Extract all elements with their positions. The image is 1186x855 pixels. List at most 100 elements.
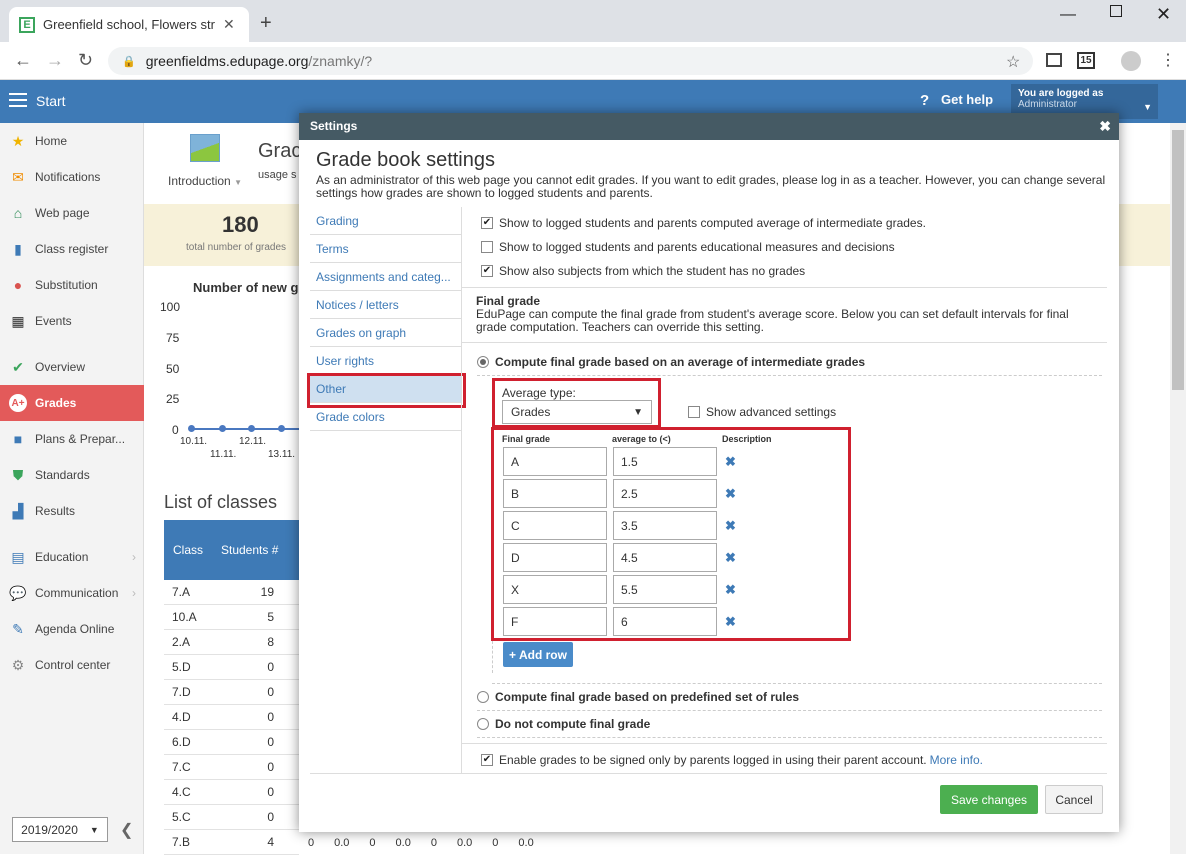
reload-icon[interactable]: ↻: [78, 50, 93, 71]
close-window-icon[interactable]: ✕: [1156, 4, 1171, 25]
help-question-icon[interactable]: ?: [920, 92, 929, 109]
final-grade-input[interactable]: C: [503, 511, 607, 540]
radio-rules[interactable]: Compute final grade based on predefined …: [477, 690, 799, 704]
radio-none[interactable]: Do not compute final grade: [477, 717, 650, 731]
table-row[interactable]: 7.D 0: [164, 680, 299, 705]
new-tab-icon[interactable]: +: [260, 12, 272, 35]
checkbox-checked-icon[interactable]: ✔: [481, 754, 493, 766]
final-grade-input[interactable]: F: [503, 607, 607, 636]
close-dialog-icon[interactable]: ✖: [1099, 118, 1111, 135]
sidebar-item-notifications[interactable]: ✉ Notifications: [0, 159, 144, 195]
dialog-title: Grade book settings: [316, 149, 495, 171]
table-row[interactable]: 10.A 5: [164, 605, 299, 630]
profile-avatar-icon[interactable]: [1121, 51, 1141, 71]
delete-row-icon[interactable]: ✖: [725, 614, 736, 630]
column-header-class[interactable]: Class: [164, 543, 212, 557]
average-to-input[interactable]: 5.5: [613, 575, 717, 604]
radio-unselected-icon[interactable]: [477, 718, 489, 730]
cell-value: 0: [492, 837, 499, 849]
calendar-ext-icon[interactable]: 15: [1077, 52, 1095, 69]
url-bar[interactable]: 🔒 greenfieldms.edupage.org/znamky/?: [108, 47, 1033, 75]
check-advanced-settings[interactable]: Show advanced settings: [688, 405, 836, 419]
average-to-input[interactable]: 3.5: [613, 511, 717, 540]
table-row[interactable]: 7.A 19: [164, 580, 299, 605]
check-show-measures[interactable]: Show to logged students and parents educ…: [481, 240, 895, 254]
sidebar-item-web-page[interactable]: ⌂ Web page: [0, 195, 144, 231]
menu-item-user-rights[interactable]: User rights: [310, 347, 461, 375]
sidebar-item-agenda-online[interactable]: ✎ Agenda Online: [0, 611, 144, 647]
average-to-input[interactable]: 6: [613, 607, 717, 636]
check-show-average[interactable]: ✔ Show to logged students and parents com…: [481, 216, 926, 230]
table-row[interactable]: 6.D 0: [164, 730, 299, 755]
sidebar-item-class-register[interactable]: ▮ Class register: [0, 231, 144, 267]
browser-menu-icon[interactable]: ⋮: [1160, 50, 1176, 70]
final-grade-input[interactable]: A: [503, 447, 607, 476]
table-row[interactable]: 4.D 0: [164, 705, 299, 730]
add-row-button[interactable]: + Add row: [503, 642, 573, 667]
average-to-input[interactable]: 4.5: [613, 543, 717, 572]
menu-item-notices[interactable]: Notices / letters: [310, 291, 461, 319]
final-grade-input[interactable]: X: [503, 575, 607, 604]
table-row[interactable]: 4.C 0: [164, 780, 299, 805]
column-header-students[interactable]: Students #: [212, 543, 278, 557]
table-row[interactable]: 7.C 0: [164, 755, 299, 780]
introduction-button[interactable]: Introduction ▼: [165, 130, 245, 190]
check-enable-signing[interactable]: ✔ Enable grades to be signed only by pare…: [481, 753, 983, 767]
sidebar-item-standards[interactable]: ⛊ Standards: [0, 457, 144, 493]
radio-selected-icon[interactable]: [477, 356, 489, 368]
menu-item-terms[interactable]: Terms: [310, 235, 461, 263]
sidebar-item-results[interactable]: ▟ Results: [0, 493, 144, 529]
menu-item-grading[interactable]: Grading: [310, 207, 461, 235]
table-row[interactable]: 7.B 4: [164, 830, 299, 855]
minimize-icon[interactable]: —: [1060, 6, 1076, 24]
more-info-link[interactable]: More info.: [930, 753, 983, 767]
school-year-select[interactable]: 2019/2020 ▼: [12, 817, 108, 842]
sidebar-item-communication[interactable]: 💬 Communication ›: [0, 575, 144, 611]
delete-row-icon[interactable]: ✖: [725, 486, 736, 502]
back-icon[interactable]: ←: [14, 50, 32, 71]
radio-average[interactable]: Compute final grade based on an average …: [477, 355, 865, 369]
sidebar-item-education[interactable]: ▤ Education ›: [0, 539, 144, 575]
final-grade-input[interactable]: B: [503, 479, 607, 508]
delete-row-icon[interactable]: ✖: [725, 550, 736, 566]
table-row[interactable]: 2.A 8: [164, 630, 299, 655]
checkbox-checked-icon[interactable]: ✔: [481, 265, 493, 277]
checkbox-checked-icon[interactable]: ✔: [481, 217, 493, 229]
delete-row-icon[interactable]: ✖: [725, 518, 736, 534]
table-row[interactable]: 5.C 0: [164, 805, 299, 830]
save-changes-button[interactable]: Save changes: [940, 785, 1038, 814]
sidebar-item-events[interactable]: ▦ Events: [0, 303, 144, 339]
table-row[interactable]: 5.D 0: [164, 655, 299, 680]
check-show-subjects[interactable]: ✔ Show also subjects from which the stude…: [481, 264, 805, 278]
sidebar-item-grades[interactable]: A+ Grades: [0, 385, 144, 421]
start-link[interactable]: Start: [36, 93, 66, 109]
average-to-input[interactable]: 2.5: [613, 479, 717, 508]
hamburger-menu-icon[interactable]: [9, 93, 27, 107]
tab-close-icon[interactable]: ✕: [223, 16, 235, 33]
sidebar-item-overview[interactable]: ✔ Overview: [0, 349, 144, 385]
collapse-sidebar-icon[interactable]: ❮: [120, 820, 133, 840]
screenshot-ext-icon[interactable]: [1046, 53, 1062, 67]
checkbox-unchecked-icon[interactable]: [481, 241, 493, 253]
sidebar-item-control-center[interactable]: ⚙ Control center: [0, 647, 144, 683]
bookmark-star-icon[interactable]: ☆: [1006, 52, 1020, 72]
sidebar-item-home[interactable]: ★ Home: [0, 123, 144, 159]
sidebar-item-plans[interactable]: ■ Plans & Prepar...: [0, 421, 144, 457]
cancel-button[interactable]: Cancel: [1045, 785, 1103, 814]
delete-row-icon[interactable]: ✖: [725, 454, 736, 470]
forward-icon[interactable]: →: [46, 50, 64, 71]
average-to-input[interactable]: 1.5: [613, 447, 717, 476]
browser-tab[interactable]: E Greenfield school, Flowers street ✕: [9, 7, 249, 42]
get-help-link[interactable]: Get help: [941, 92, 993, 107]
average-type-select[interactable]: Grades ▼: [502, 400, 652, 424]
sidebar-item-label: Substitution: [35, 278, 98, 292]
radio-unselected-icon[interactable]: [477, 691, 489, 703]
menu-item-grades-on-graph[interactable]: Grades on graph: [310, 319, 461, 347]
final-grade-input[interactable]: D: [503, 543, 607, 572]
sidebar-item-substitution[interactable]: ● Substitution: [0, 267, 144, 303]
checkbox-unchecked-icon[interactable]: [688, 406, 700, 418]
maximize-icon[interactable]: [1110, 5, 1122, 17]
delete-row-icon[interactable]: ✖: [725, 582, 736, 598]
menu-item-assignments[interactable]: Assignments and categ...: [310, 263, 461, 291]
page-scrollbar-thumb[interactable]: [1172, 130, 1184, 390]
